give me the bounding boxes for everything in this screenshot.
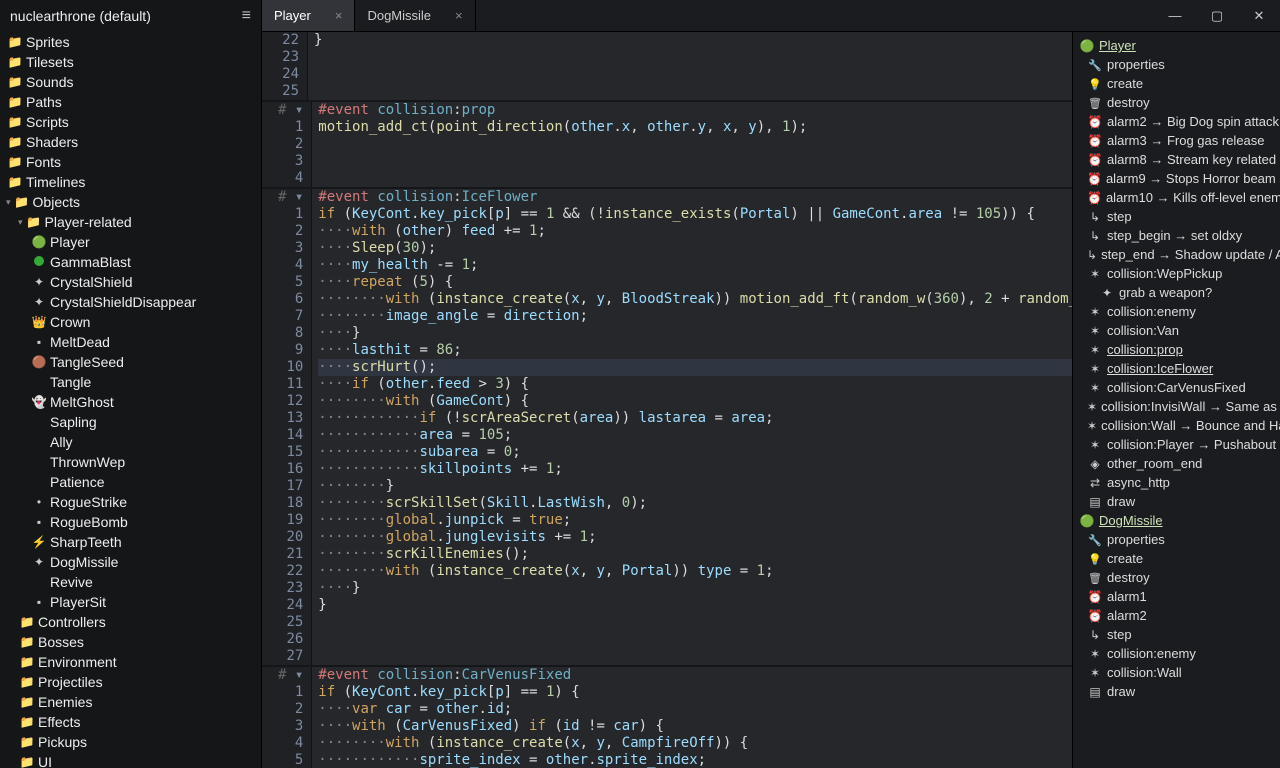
folder-pickups[interactable]: 📁Pickups [0,732,261,752]
outline-panel[interactable]: 🟢Playerpropertiescreatedestroyalarm2 → B… [1072,32,1280,768]
outline-object-dogmissile[interactable]: 🟢DogMissile [1073,511,1280,530]
menu-icon[interactable]: ≡ [242,7,251,25]
folder-environment[interactable]: 📁Environment [0,652,261,672]
tab-bar: Player×DogMissile× [262,0,476,31]
outline-item[interactable]: alarm8 → Stream key related [1073,150,1280,169]
outline-item[interactable]: collision:IceFlower [1073,359,1280,378]
folder-tilesets[interactable]: 📁Tilesets [0,52,261,72]
maximize-button[interactable]: ▢ [1196,0,1238,31]
outline-item[interactable]: collision:prop [1073,340,1280,359]
object-playersit[interactable]: ▪PlayerSit [0,592,261,612]
outline-item[interactable]: alarm1 [1073,587,1280,606]
folder-controllers[interactable]: 📁Controllers [0,612,261,632]
object-player[interactable]: 🟢Player [0,232,261,252]
outline-item[interactable]: collision:Player → Pushabout [1073,435,1280,454]
project-header: nuclearthrone (default) ≡ [0,0,261,32]
window-buttons: — ▢ ✕ [1154,0,1280,31]
folder-bosses[interactable]: 📁Bosses [0,632,261,652]
folder-paths[interactable]: 📁Paths [0,92,261,112]
titlebar: Player×DogMissile× — ▢ ✕ [262,0,1280,32]
resource-tree-panel: nuclearthrone (default) ≡ 📁Sprites📁Tiles… [0,0,262,768]
outline-item[interactable]: create [1073,74,1280,93]
outline-object-player[interactable]: 🟢Player [1073,36,1280,55]
object-patience[interactable]: Patience [0,472,261,492]
outline-item[interactable]: other_room_end [1073,454,1280,473]
object-ally[interactable]: Ally [0,432,261,452]
object-revive[interactable]: Revive [0,572,261,592]
folder-sounds[interactable]: 📁Sounds [0,72,261,92]
object-roguebomb[interactable]: ▪RogueBomb [0,512,261,532]
object-tangle[interactable]: Tangle [0,372,261,392]
object-crystalshield[interactable]: ✦CrystalShield [0,272,261,292]
object-crystalshielddisappear[interactable]: ✦CrystalShieldDisappear [0,292,261,312]
folder-sprites[interactable]: 📁Sprites [0,32,261,52]
outline-item[interactable]: collision:CarVenusFixed [1073,378,1280,397]
object-gammablast[interactable]: GammaBlast [0,252,261,272]
outline-item[interactable]: step_begin → set oldxy [1073,226,1280,245]
outline-item[interactable]: draw [1073,492,1280,511]
outline-item[interactable]: alarm2 [1073,606,1280,625]
outline-item[interactable]: draw [1073,682,1280,701]
close-button[interactable]: ✕ [1238,0,1280,31]
outline-item[interactable]: step_end → Shadow update / Al [1073,245,1280,264]
outline-item[interactable]: step [1073,625,1280,644]
object-roguestrike[interactable]: •RogueStrike [0,492,261,512]
code-editor[interactable]: 22232425}▾1234#event collision:propmotio… [262,32,1072,768]
close-tab-icon[interactable]: × [335,8,343,23]
object-sharpteeth[interactable]: ⚡SharpTeeth [0,532,261,552]
outline-item[interactable]: collision:Wall [1073,663,1280,682]
folder-projectiles[interactable]: 📁Projectiles [0,672,261,692]
folder-player-related[interactable]: 📁Player-related [0,212,261,232]
minimize-button[interactable]: — [1154,0,1196,31]
outline-item[interactable]: destroy [1073,568,1280,587]
folder-enemies[interactable]: 📁Enemies [0,692,261,712]
object-meltdead[interactable]: ▪MeltDead [0,332,261,352]
outline-item[interactable]: properties [1073,55,1280,74]
folder-fonts[interactable]: 📁Fonts [0,152,261,172]
folder-ui[interactable]: 📁UI [0,752,261,768]
object-meltghost[interactable]: 👻MeltGhost [0,392,261,412]
close-tab-icon[interactable]: × [455,8,463,23]
outline-item[interactable]: alarm9 → Stops Horror beam so [1073,169,1280,188]
outline-item[interactable]: collision:enemy [1073,302,1280,321]
outline-item[interactable]: async_http [1073,473,1280,492]
outline-item[interactable]: grab a weapon? [1073,283,1280,302]
outline-item[interactable]: collision:InvisiWall → Same as n [1073,397,1280,416]
folder-scripts[interactable]: 📁Scripts [0,112,261,132]
project-title: nuclearthrone (default) [10,8,151,24]
outline-item[interactable]: create [1073,549,1280,568]
folder-objects[interactable]: 📁Objects [0,192,261,212]
resource-tree[interactable]: 📁Sprites📁Tilesets📁Sounds📁Paths📁Scripts📁S… [0,32,261,768]
outline-item[interactable]: collision:WepPickup [1073,264,1280,283]
outline-item[interactable]: alarm3 → Frog gas release [1073,131,1280,150]
folder-shaders[interactable]: 📁Shaders [0,132,261,152]
outline-item[interactable]: destroy [1073,93,1280,112]
outline-item[interactable]: properties [1073,530,1280,549]
outline-item[interactable]: collision:enemy [1073,644,1280,663]
main-area: Player×DogMissile× — ▢ ✕ 22232425}▾1234#… [262,0,1280,768]
object-dogmissile[interactable]: ✦DogMissile [0,552,261,572]
object-sapling[interactable]: Sapling [0,412,261,432]
folder-effects[interactable]: 📁Effects [0,712,261,732]
outline-item[interactable]: alarm2 → Big Dog spin attack [1073,112,1280,131]
object-thrownwep[interactable]: ThrownWep [0,452,261,472]
outline-item[interactable]: collision:Van [1073,321,1280,340]
object-crown[interactable]: 👑Crown [0,312,261,332]
outline-item[interactable]: alarm10 → Kills off-level enemies [1073,188,1280,207]
tab-player[interactable]: Player× [262,0,355,31]
tab-dogmissile[interactable]: DogMissile× [355,0,475,31]
outline-item[interactable]: collision:Wall → Bounce and Ha [1073,416,1280,435]
object-tangleseed[interactable]: 🟤TangleSeed [0,352,261,372]
outline-item[interactable]: step [1073,207,1280,226]
folder-timelines[interactable]: 📁Timelines [0,172,261,192]
